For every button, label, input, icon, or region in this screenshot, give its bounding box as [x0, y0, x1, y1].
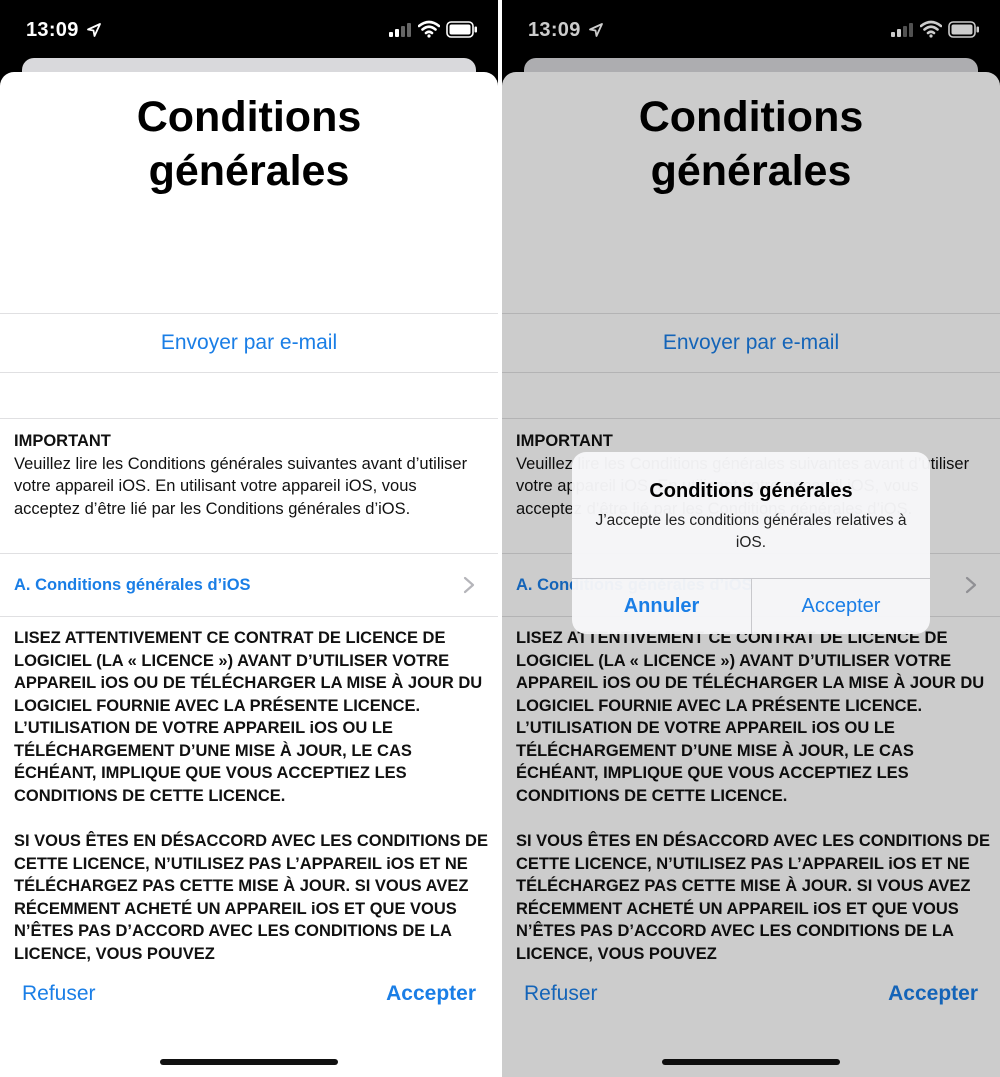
- chevron-right-icon: [965, 576, 977, 594]
- send-by-email-button[interactable]: Envoyer par e-mail: [502, 314, 1000, 372]
- wifi-icon: [920, 20, 942, 38]
- page-title: Conditions générales: [0, 90, 498, 198]
- license-paragraph-2: SI VOUS ÊTES EN DÉSACCORD AVEC LES CONDI…: [14, 832, 488, 963]
- divider: [502, 418, 1000, 419]
- footer-bar: Refuser Accepter: [0, 966, 498, 1077]
- refuse-button[interactable]: Refuser: [22, 982, 96, 1006]
- accept-button[interactable]: Accepter: [888, 982, 978, 1006]
- status-bar: 13:09: [0, 0, 498, 60]
- chevron-right-icon: [463, 576, 475, 594]
- page-title-line-2: générales: [650, 147, 852, 195]
- license-paragraph-1: LISEZ ATTENTIVEMENT CE CONTRAT DE LICENC…: [14, 629, 483, 805]
- alert-message: J’accepte les conditions générales relat…: [595, 512, 907, 551]
- page-title-line-2: générales: [148, 147, 350, 195]
- cellular-signal-icon: [389, 23, 411, 37]
- status-time: 13:09: [528, 19, 581, 41]
- important-text: Veuillez lire les Conditions générales s…: [14, 454, 468, 518]
- location-arrow-icon: [87, 23, 101, 37]
- footer-bar: Refuser Accepter: [502, 966, 1000, 1077]
- important-heading: IMPORTANT: [14, 432, 111, 450]
- alert-accept-button[interactable]: Accepter: [752, 578, 930, 634]
- status-bar: 13:09: [502, 0, 1000, 60]
- divider: [502, 372, 1000, 373]
- accept-button[interactable]: Accepter: [386, 982, 476, 1006]
- location-arrow-icon: [589, 23, 603, 37]
- alert-cancel-button[interactable]: Annuler: [572, 578, 751, 634]
- important-notice: IMPORTANT Veuillez lire les Conditions g…: [14, 430, 484, 520]
- home-indicator[interactable]: [662, 1059, 840, 1065]
- important-heading: IMPORTANT: [516, 432, 613, 450]
- screen-terms-with-alert: 13:09 Conditions générales Envoyer par e…: [502, 0, 1000, 1077]
- ios-terms-section-label: A. Conditions générales d’iOS: [14, 575, 251, 594]
- page-title-line-1: Conditions: [136, 93, 362, 141]
- home-indicator[interactable]: [160, 1059, 338, 1065]
- divider: [0, 616, 498, 617]
- license-paragraph-1: LISEZ ATTENTIVEMENT CE CONTRAT DE LICENC…: [516, 629, 985, 805]
- screen-terms: 13:09 Conditions générales Envoyer par e…: [0, 0, 498, 1077]
- send-by-email-button[interactable]: Envoyer par e-mail: [0, 314, 498, 372]
- page-title: Conditions générales: [502, 90, 1000, 198]
- battery-icon: [948, 21, 979, 38]
- wifi-icon: [418, 20, 440, 38]
- divider: [0, 372, 498, 373]
- battery-icon: [446, 21, 477, 38]
- license-paragraph-2: SI VOUS ÊTES EN DÉSACCORD AVEC LES CONDI…: [516, 832, 990, 963]
- divider: [0, 418, 498, 419]
- status-time: 13:09: [26, 19, 79, 41]
- terms-alert-dialog: Conditions générales J’accepte les condi…: [572, 452, 930, 634]
- ios-terms-section-link[interactable]: A. Conditions générales d’iOS: [0, 554, 498, 616]
- refuse-button[interactable]: Refuser: [524, 982, 598, 1006]
- page-title-line-1: Conditions: [638, 93, 864, 141]
- alert-title: Conditions générales: [649, 480, 853, 502]
- cellular-signal-icon: [891, 23, 913, 37]
